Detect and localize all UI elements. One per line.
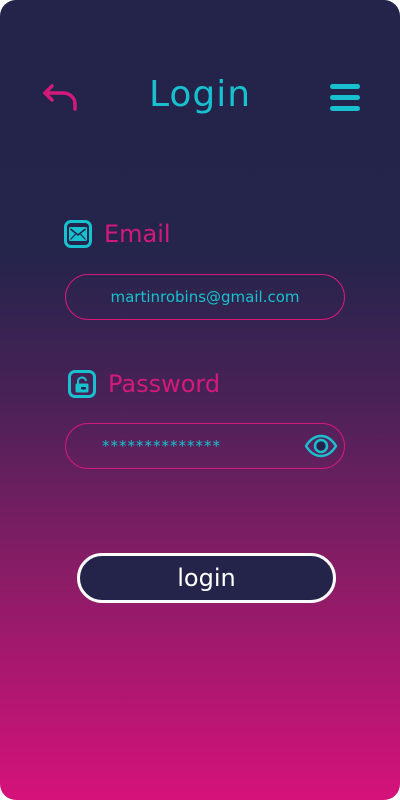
eye-icon bbox=[304, 434, 338, 458]
login-button[interactable]: login bbox=[77, 553, 336, 603]
header: Login bbox=[0, 70, 400, 126]
email-label: Email bbox=[104, 220, 171, 248]
show-password-toggle[interactable] bbox=[304, 434, 338, 458]
email-label-row: Email bbox=[64, 217, 171, 251]
password-label: Password bbox=[108, 370, 221, 398]
password-label-row: Password bbox=[64, 367, 220, 401]
email-field[interactable] bbox=[65, 274, 345, 320]
password-input[interactable] bbox=[66, 424, 344, 468]
menu-button[interactable] bbox=[330, 84, 360, 114]
hamburger-menu-icon bbox=[330, 84, 360, 89]
password-field[interactable] bbox=[65, 423, 345, 469]
email-input[interactable] bbox=[66, 275, 344, 319]
lock-icon bbox=[68, 370, 96, 398]
login-screen: Login Email Password bbox=[0, 0, 400, 800]
envelope-icon bbox=[64, 220, 92, 248]
